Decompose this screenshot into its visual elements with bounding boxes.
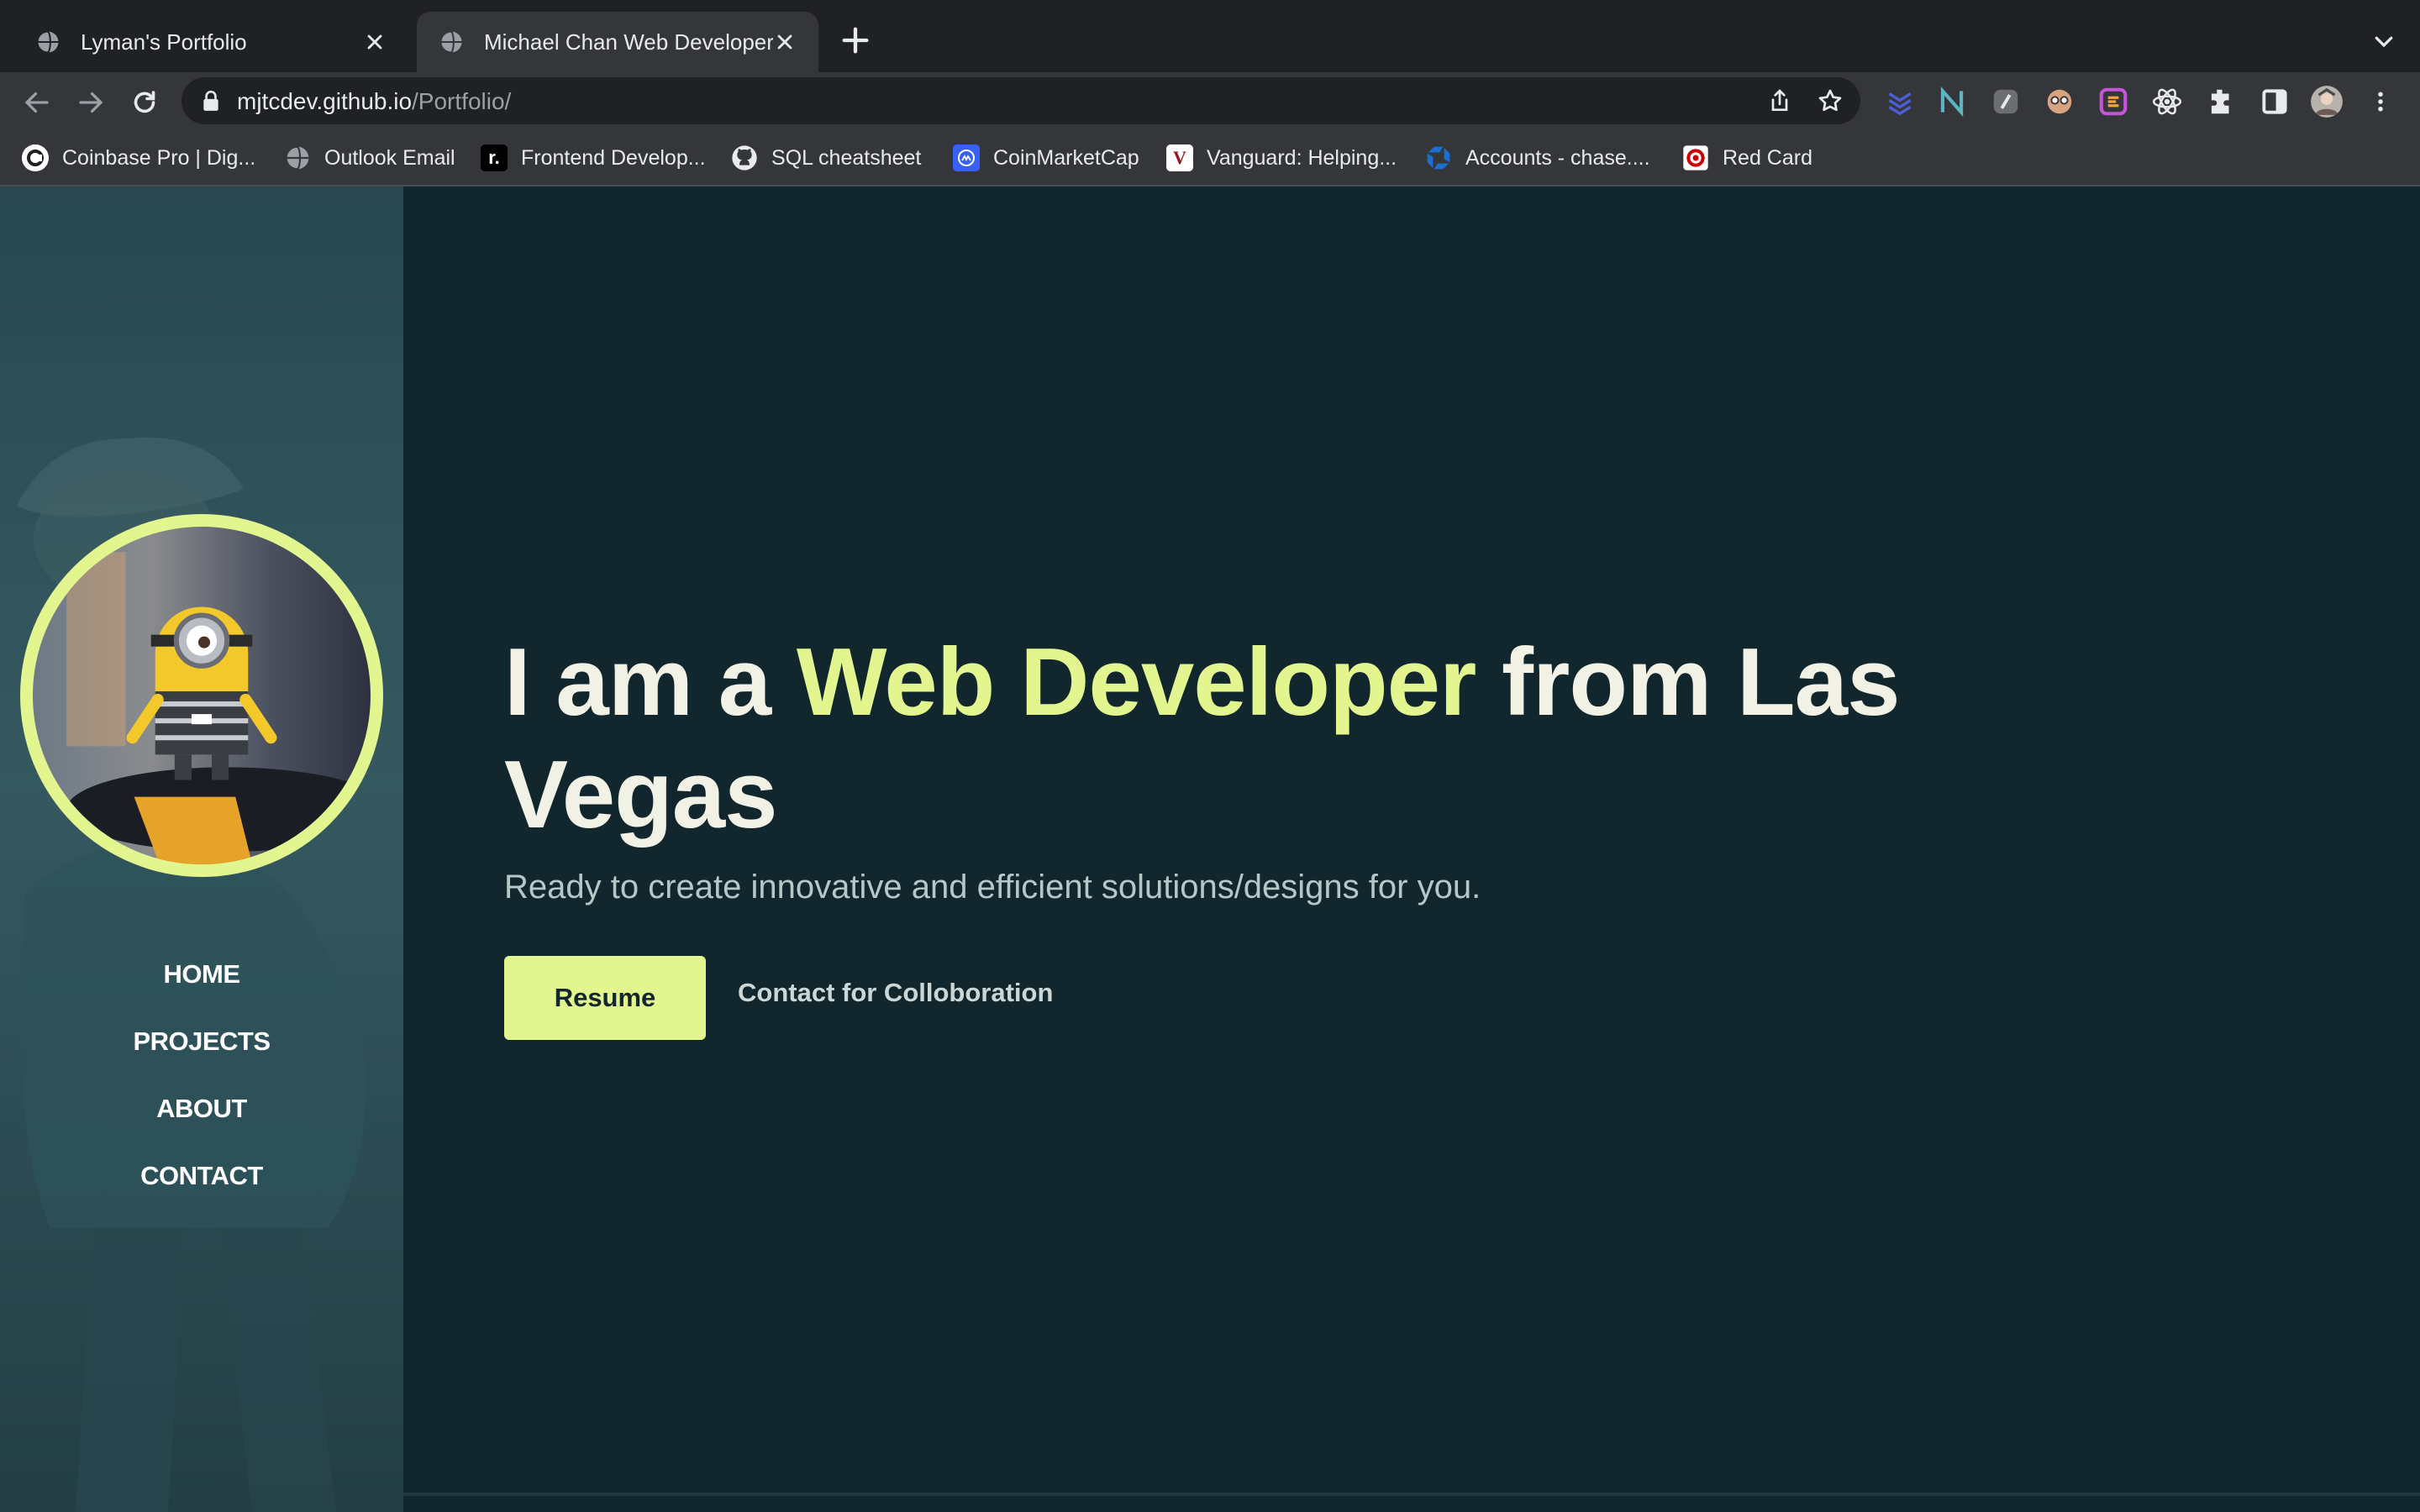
nav-contact-link[interactable]: CONTACT xyxy=(0,1142,403,1210)
bookmark-outlook[interactable]: Outlook Email xyxy=(284,143,455,173)
vanguard-icon: V xyxy=(1166,144,1193,171)
url-text[interactable]: mjtcdev.github.io/Portfolio/ xyxy=(237,88,511,115)
bookmark-label: Coinbase Pro | Dig... xyxy=(62,145,256,170)
divider xyxy=(403,1493,2420,1496)
chase-icon xyxy=(1427,146,1450,170)
bookmark-sql-cheatsheet[interactable]: SQL cheatsheet xyxy=(731,143,921,173)
profile-picture-frame xyxy=(20,514,383,877)
browser-toolbar: mjtcdev.github.io/Portfolio/ xyxy=(0,72,2420,131)
hero-title: I am a Web Developer from Las Vegas xyxy=(504,627,2185,852)
extension-icon-5[interactable] xyxy=(2097,86,2129,118)
bookmark-coinbase[interactable]: Coinbase Pro | Dig... xyxy=(22,143,255,173)
share-icon[interactable] xyxy=(1766,87,1793,114)
bookmark-star-icon[interactable] xyxy=(1817,87,1844,114)
bookmark-label: Accounts - chase.... xyxy=(1465,145,1650,170)
react-icon[interactable] xyxy=(2151,86,2183,118)
bookmark-frontend-mentor[interactable]: r. Frontend Develop... xyxy=(481,143,706,173)
globe-icon xyxy=(36,30,59,54)
extension-icon-1[interactable] xyxy=(1884,86,1916,118)
extension-icon-3[interactable] xyxy=(1990,86,2022,118)
bookmark-label: SQL cheatsheet xyxy=(771,145,922,170)
hero-title-prefix: I am a xyxy=(504,629,797,736)
nav-home-link[interactable]: HOME xyxy=(0,941,403,1008)
browser-tab[interactable]: Lyman's Portfolio xyxy=(13,12,408,72)
resume-button[interactable]: Resume xyxy=(504,956,706,1040)
hero-subtitle: Ready to create innovative and efficient… xyxy=(504,869,1481,906)
browser-tab-strip: Lyman's Portfolio Michael Chan Web Devel… xyxy=(0,0,2420,72)
bookmarks-bar: Coinbase Pro | Dig... Outlook Email r. F… xyxy=(0,131,2420,186)
bookmark-label: CoinMarketCap xyxy=(993,145,1139,170)
bookmark-chase[interactable]: Accounts - chase.... xyxy=(1425,143,1650,173)
tab-title: Lyman's Portfolio xyxy=(81,29,247,55)
nav-about-link[interactable]: ABOUT xyxy=(0,1075,403,1142)
side-navigation: HOME PROJECTS ABOUT CONTACT xyxy=(0,941,403,1210)
bookmark-red-card[interactable]: Red Card xyxy=(1682,143,1812,173)
bookmark-label: Outlook Email xyxy=(324,145,455,170)
github-icon xyxy=(732,145,757,171)
tab-title: Michael Chan Web Developer xyxy=(484,29,773,55)
bookmark-label: Red Card xyxy=(1723,145,1812,170)
close-icon[interactable] xyxy=(773,30,797,54)
new-tab-plus-icon[interactable] xyxy=(839,24,872,57)
globe-icon xyxy=(439,30,462,54)
browser-tab-active[interactable]: Michael Chan Web Developer xyxy=(417,12,818,72)
extension-icon-2[interactable] xyxy=(1936,86,1968,118)
url-host: mjtcdev.github.io xyxy=(237,88,413,114)
close-icon[interactable] xyxy=(363,30,387,54)
nav-projects-link[interactable]: PROJECTS xyxy=(0,1008,403,1075)
profile-picture xyxy=(33,527,371,864)
contact-collaboration-link[interactable]: Contact for Colloboration xyxy=(738,978,1053,1008)
globe-icon xyxy=(285,145,309,171)
back-arrow-icon[interactable] xyxy=(22,87,52,118)
bookmark-coinmarketcap[interactable]: CoinMarketCap xyxy=(953,143,1139,173)
side-panel-icon[interactable] xyxy=(2259,86,2291,118)
hero-title-accent: Web Developer xyxy=(796,629,1476,736)
chevron-down-icon[interactable] xyxy=(2371,29,2396,54)
kebab-menu-icon[interactable] xyxy=(2368,86,2393,118)
forward-arrow-icon[interactable] xyxy=(76,87,106,118)
target-icon xyxy=(1683,145,1708,171)
lock-icon[interactable] xyxy=(202,90,220,112)
coinmarketcap-icon xyxy=(953,144,980,171)
address-bar[interactable]: mjtcdev.github.io/Portfolio/ xyxy=(182,77,1860,124)
coinbase-icon xyxy=(22,144,49,171)
url-path: /Portfolio/ xyxy=(412,88,512,114)
sidebar: HOME PROJECTS ABOUT CONTACT xyxy=(0,186,403,1512)
frontend-mentor-icon: r. xyxy=(481,144,508,171)
bookmark-vanguard[interactable]: V Vanguard: Helping... xyxy=(1166,143,1397,173)
hero-section: I am a Web Developer from Las Vegas Read… xyxy=(403,186,2420,1512)
puzzle-icon[interactable] xyxy=(2205,86,2237,118)
bookmark-label: Vanguard: Helping... xyxy=(1207,145,1397,170)
extension-icon-4[interactable] xyxy=(2044,86,2075,118)
bookmark-label: Frontend Develop... xyxy=(521,145,706,170)
reload-icon[interactable] xyxy=(129,87,160,118)
avatar[interactable] xyxy=(2311,86,2343,118)
